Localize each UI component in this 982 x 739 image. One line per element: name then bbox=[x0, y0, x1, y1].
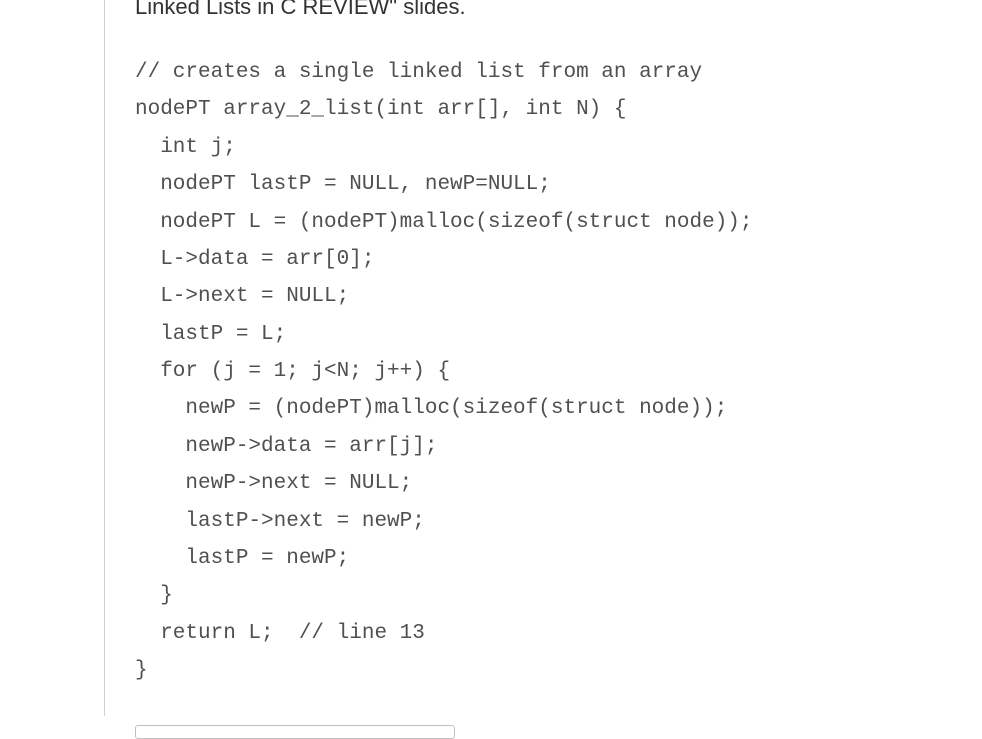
code-line: nodePT L = (nodePT)malloc(sizeof(struct … bbox=[135, 211, 753, 234]
page-container: Linked Lists in C REVIEW" slides. // cre… bbox=[0, 0, 982, 716]
code-line: } bbox=[135, 659, 148, 682]
heading-text: Linked Lists in C REVIEW" slides. bbox=[135, 0, 952, 18]
code-line: newP->data = arr[j]; bbox=[135, 435, 437, 458]
code-line: nodePT array_2_list(int arr[], int N) { bbox=[135, 98, 626, 121]
code-line: for (j = 1; j<N; j++) { bbox=[135, 360, 450, 383]
content-area: Linked Lists in C REVIEW" slides. // cre… bbox=[105, 0, 982, 716]
code-line: } bbox=[135, 584, 173, 607]
code-line: // creates a single linked list from an … bbox=[135, 61, 702, 84]
code-line: nodePT lastP = NULL, newP=NULL; bbox=[135, 173, 551, 196]
code-line: newP = (nodePT)malloc(sizeof(struct node… bbox=[135, 397, 727, 420]
code-line: int j; bbox=[135, 136, 236, 159]
answer-input-box[interactable] bbox=[135, 725, 455, 739]
code-line: newP->next = NULL; bbox=[135, 472, 412, 495]
left-margin bbox=[0, 0, 105, 716]
code-block: // creates a single linked list from an … bbox=[135, 54, 952, 689]
code-line: return L; // line 13 bbox=[135, 622, 425, 645]
code-line: lastP->next = newP; bbox=[135, 510, 425, 533]
code-line: L->data = arr[0]; bbox=[135, 248, 374, 271]
code-line: lastP = L; bbox=[135, 323, 286, 346]
code-line: lastP = newP; bbox=[135, 547, 349, 570]
code-line: L->next = NULL; bbox=[135, 285, 349, 308]
